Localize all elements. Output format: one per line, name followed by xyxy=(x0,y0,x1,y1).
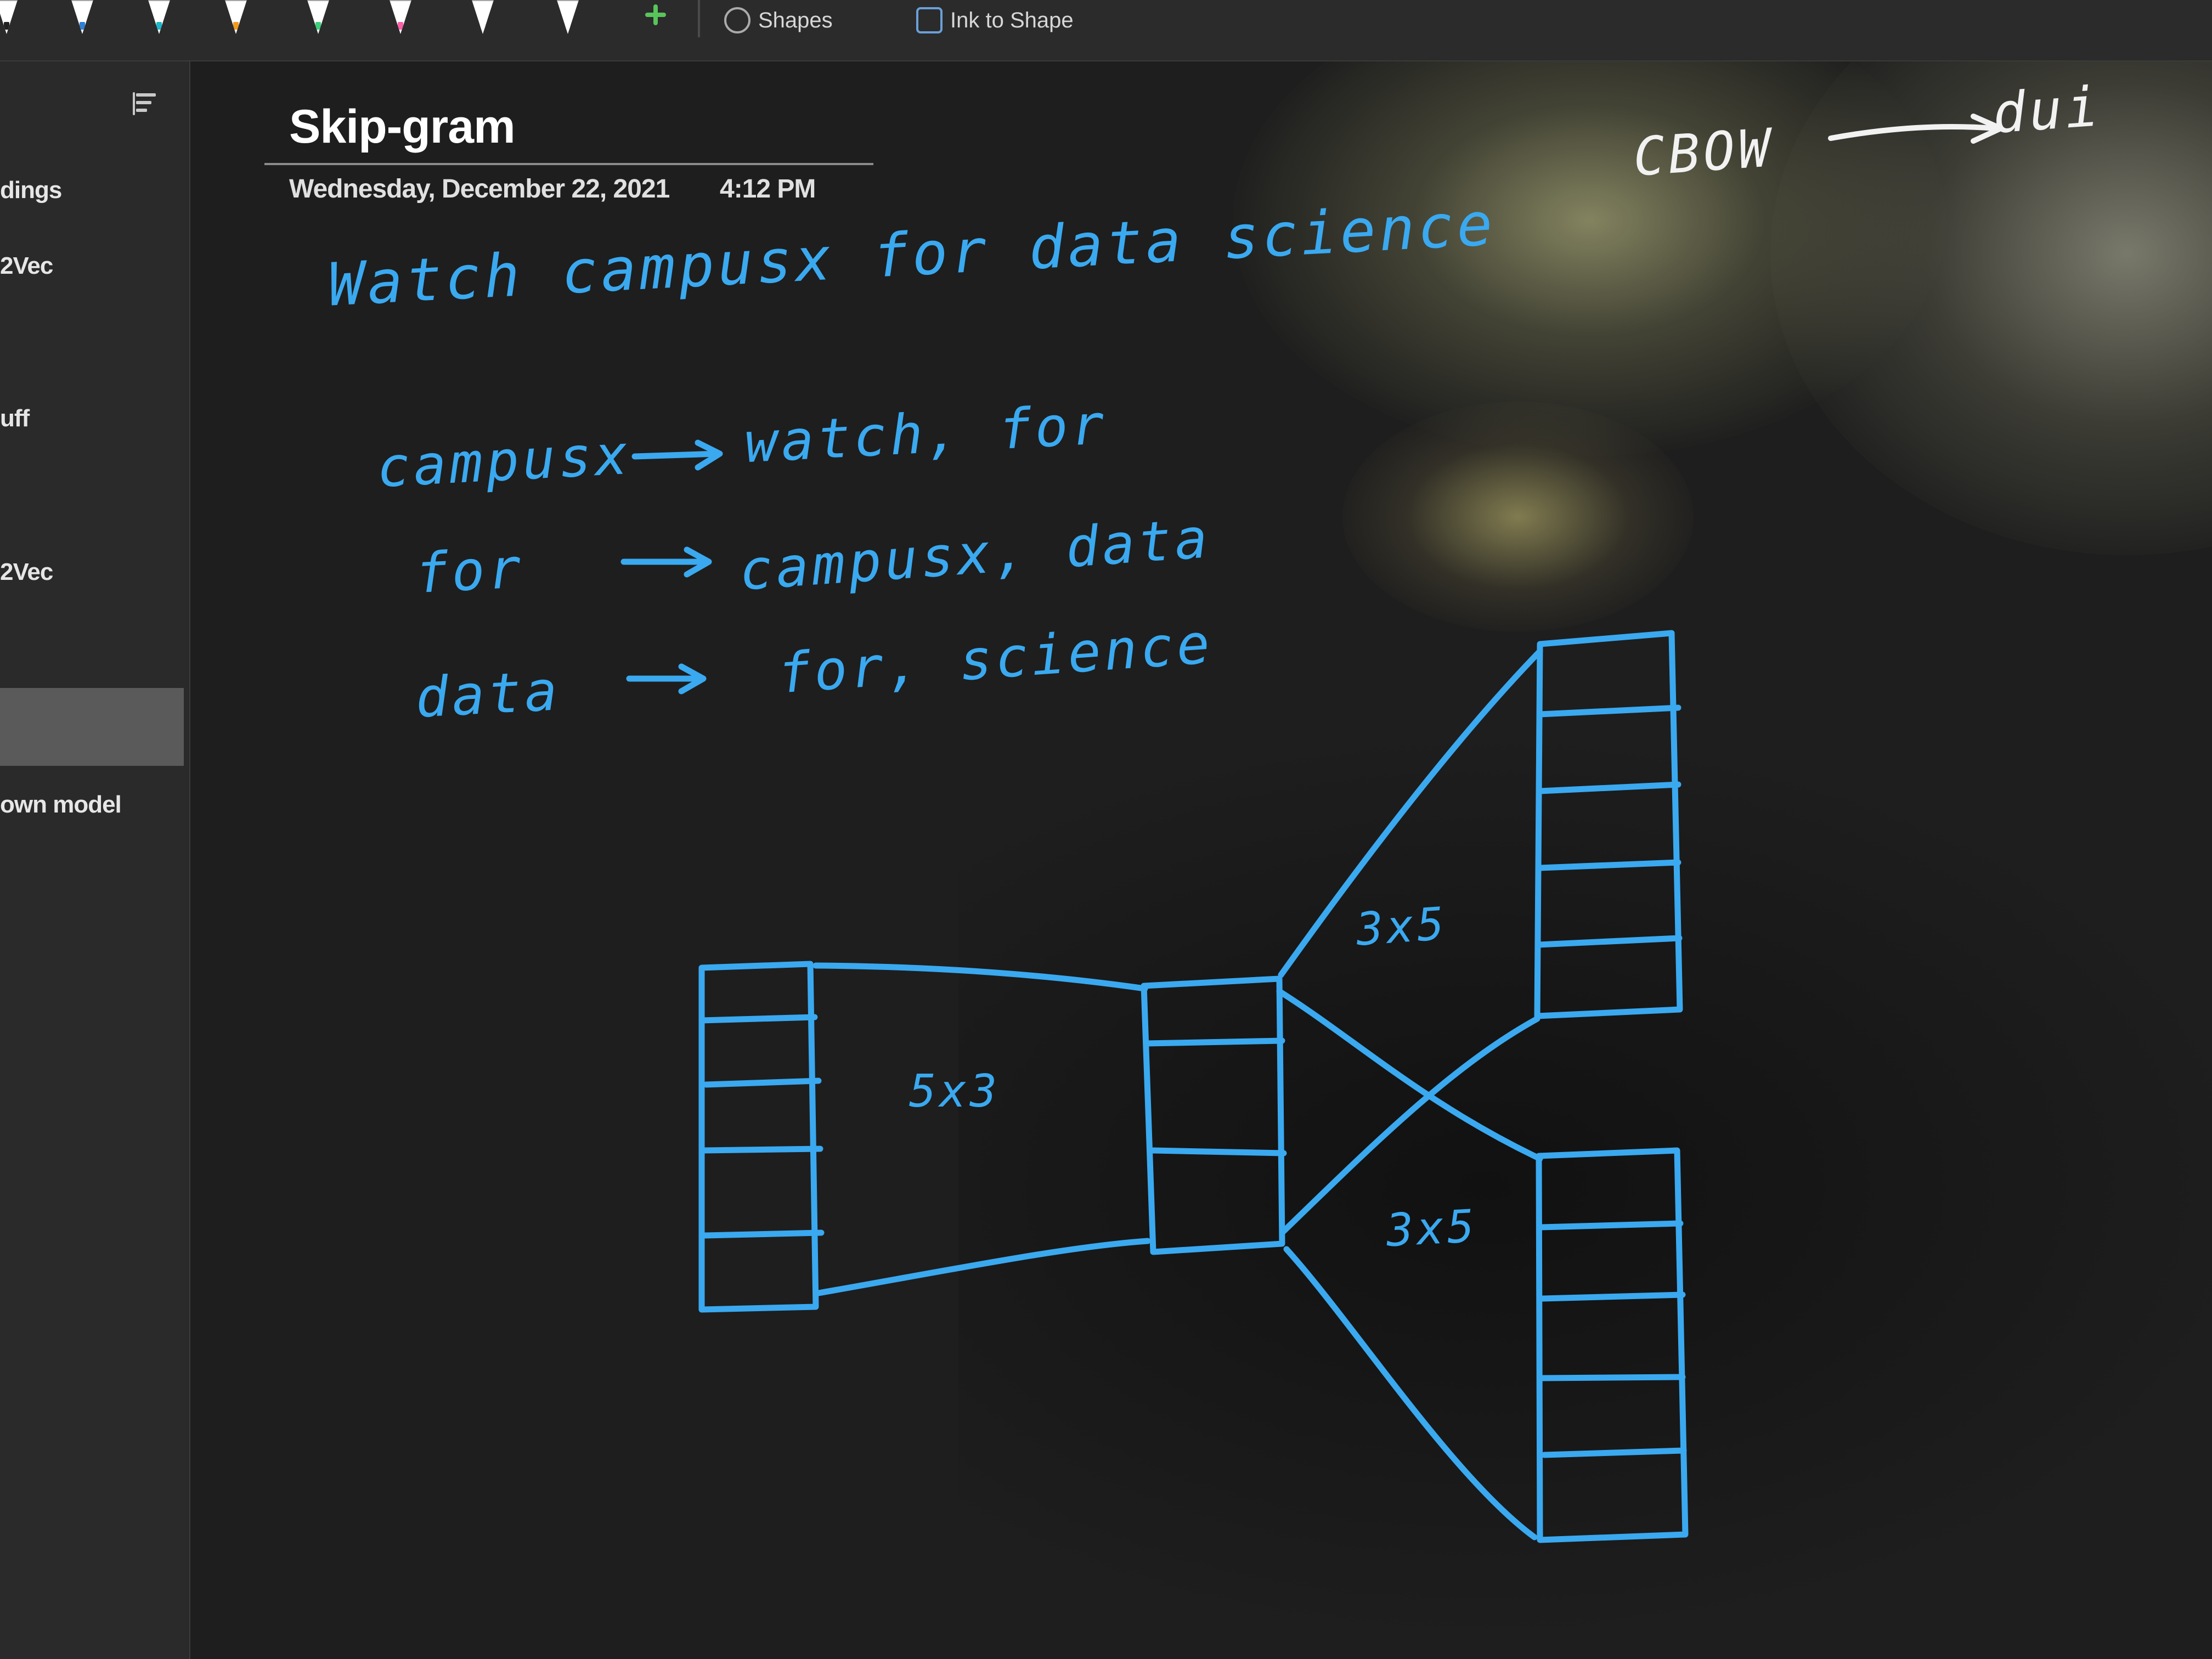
output-vector-cell xyxy=(1539,1374,1686,1381)
page-list-item-label: dings xyxy=(0,177,62,204)
sort-icon[interactable] xyxy=(131,90,161,121)
hidden-vector-cell xyxy=(1150,1147,1287,1156)
page-list: dings 2Vec uff 2Vec own model xyxy=(0,61,190,1659)
output-vector-lower xyxy=(1536,1147,1689,1543)
output-vector-cell xyxy=(1536,935,1683,948)
page-list-item-label: own model xyxy=(0,791,122,818)
input-vector-cell xyxy=(703,1077,822,1088)
upper-branch-cross xyxy=(1276,988,1543,1162)
input-vector-cell xyxy=(702,1229,825,1239)
weight-funnel-bottom xyxy=(815,1238,1151,1296)
page-list-item[interactable]: uff xyxy=(0,388,184,449)
page-list-item[interactable]: own model xyxy=(0,775,184,835)
ink-to-shape-label: Ink to Shape xyxy=(950,8,1074,32)
output-vector-cell xyxy=(1538,1220,1684,1231)
lower-branch-cross xyxy=(1279,1015,1541,1236)
shapes-label: Shapes xyxy=(758,8,833,32)
page-list-item[interactable]: 2Vec xyxy=(0,236,184,296)
lower-branch-bottom xyxy=(1283,1246,1538,1541)
page-list-item-selected[interactable] xyxy=(0,688,184,766)
onenote-window: Shapes Ink to Shape dings 2Vec uff 2Vec xyxy=(0,0,2212,1659)
page-list-item-label: uff xyxy=(0,405,30,432)
pen-tool[interactable] xyxy=(307,0,329,34)
pen-tool[interactable] xyxy=(0,0,18,34)
page-list-item[interactable]: 2Vec xyxy=(0,542,184,602)
arrow-icon xyxy=(631,450,720,460)
weight-funnel-top xyxy=(812,962,1148,992)
pen-tool[interactable] xyxy=(390,0,411,34)
shapes-icon xyxy=(724,7,751,33)
ink-to-shape-icon xyxy=(916,7,943,33)
input-vector-cell xyxy=(698,1014,818,1024)
output-vector-cell xyxy=(1537,781,1681,794)
page-list-item[interactable]: dings xyxy=(0,160,184,221)
output-vector-cell xyxy=(1539,1291,1686,1302)
pen-tool[interactable] xyxy=(557,0,579,34)
pen-tray xyxy=(0,0,691,60)
pen-tool[interactable] xyxy=(472,0,494,34)
add-pen-icon[interactable] xyxy=(642,1,669,29)
input-vector-cell xyxy=(700,1146,823,1154)
ink-to-shape-button[interactable]: Ink to Shape xyxy=(916,0,1074,41)
pen-tool[interactable] xyxy=(71,0,93,34)
ink-layer xyxy=(620,114,2004,1543)
output-vector-cell xyxy=(1541,1447,1687,1458)
shapes-button[interactable]: Shapes xyxy=(724,0,833,41)
page-list-item-label: 2Vec xyxy=(0,558,53,585)
output-vector-upper xyxy=(1534,630,1683,1019)
pen-tool[interactable] xyxy=(225,0,247,34)
arrow-icon xyxy=(1828,124,1998,141)
ribbon-separator xyxy=(698,0,700,37)
output-vector-cell xyxy=(1537,704,1681,718)
pen-tool[interactable] xyxy=(148,0,170,34)
hidden-vector xyxy=(1141,975,1285,1255)
hidden-vector-cell xyxy=(1143,1037,1285,1047)
upper-branch-top xyxy=(1278,648,1543,978)
page-list-item-label: 2Vec xyxy=(0,252,53,279)
output-vector-cell xyxy=(1537,859,1681,871)
note-canvas[interactable]: Skip-gram Wednesday, December 22, 2021 4… xyxy=(190,61,2212,1659)
ribbon-toolbar: Shapes Ink to Shape xyxy=(0,0,2212,61)
